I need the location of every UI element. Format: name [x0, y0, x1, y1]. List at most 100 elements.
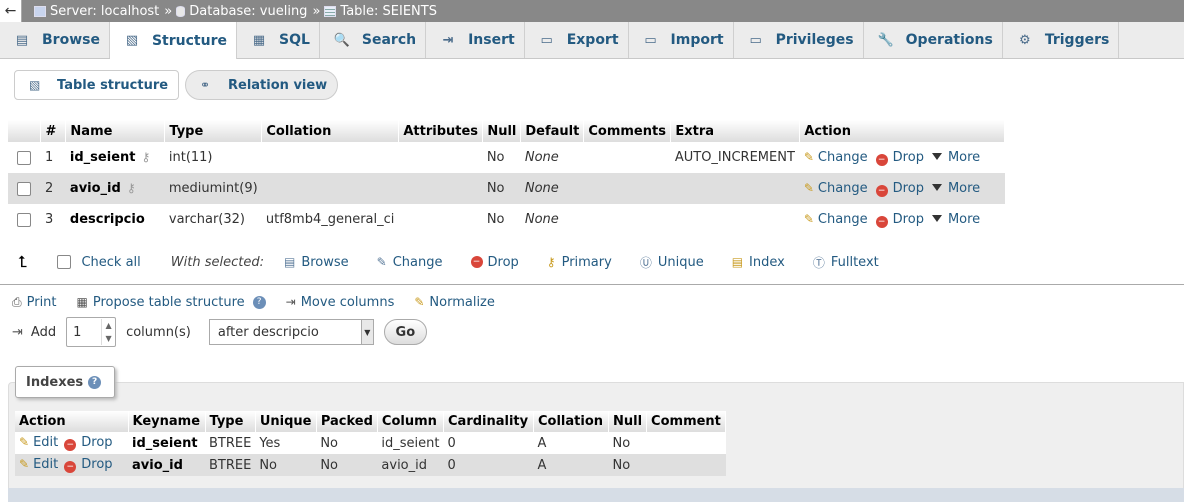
bulk-fulltext-button[interactable]: Ⓣ Fulltext: [813, 254, 879, 271]
bulk-drop-button[interactable]: − Drop: [470, 255, 519, 270]
header-null[interactable]: Null: [482, 120, 522, 142]
header-collation: Collation: [533, 411, 609, 432]
structure-icon: ▧: [125, 33, 139, 48]
breadcrumb-database[interactable]: Database: vueling »: [176, 4, 320, 19]
tab-operations[interactable]: 🔧 Operations: [864, 22, 1003, 58]
tab-privileges[interactable]: ▭ Privileges: [734, 22, 864, 58]
header-type[interactable]: Type: [164, 120, 263, 142]
header-comments[interactable]: Comments: [583, 120, 672, 142]
check-all-label[interactable]: Check all: [81, 255, 140, 270]
drop-icon: −: [875, 153, 888, 166]
move-columns-icon: ⇥: [285, 295, 296, 309]
tab-browse[interactable]: ▤ Browse: [0, 22, 110, 58]
change-button[interactable]: ✎ Change: [804, 150, 868, 165]
header-type: Type: [205, 411, 256, 432]
primary-key-icon: ⚷: [546, 255, 556, 269]
subtab-table-structure[interactable]: ▧ Table structure: [14, 70, 179, 100]
subtab-relation-view[interactable]: ⚭ Relation view: [185, 70, 338, 100]
more-button[interactable]: More: [931, 181, 980, 196]
drop-button[interactable]: − Drop: [875, 212, 924, 228]
print-label: Print: [26, 294, 57, 310]
column-null: No: [482, 204, 521, 235]
divider: [0, 284, 1184, 285]
header-num[interactable]: #: [40, 120, 67, 142]
stepper-up-icon[interactable]: ▲: [106, 321, 112, 330]
propose-label: Propose table structure: [92, 294, 245, 310]
breadcrumb-table[interactable]: Table: SEIENTS: [324, 4, 437, 19]
breadcrumb-database-label[interactable]: Database: vueling: [189, 4, 307, 19]
tab-import[interactable]: ▭ Import: [629, 22, 734, 58]
drop-button[interactable]: − Drop: [64, 435, 113, 451]
header-name[interactable]: Name: [65, 120, 166, 142]
help-icon[interactable]: ?: [252, 295, 266, 309]
stepper-down-icon[interactable]: ▼: [106, 334, 112, 343]
drop-button[interactable]: − Drop: [64, 457, 113, 473]
bulk-primary-button[interactable]: ⚷ Primary: [547, 255, 612, 270]
index-icon: ▤: [731, 255, 744, 269]
bulk-unique-button[interactable]: Ⓤ Unique: [640, 254, 704, 271]
header-extra[interactable]: Extra: [670, 120, 801, 142]
tab-sql[interactable]: ▦ SQL: [237, 22, 320, 58]
index-cardinality: 0: [443, 432, 534, 454]
change-button[interactable]: ✎ Change: [804, 181, 868, 196]
edit-button[interactable]: ✎ Edit: [19, 435, 58, 450]
drop-button[interactable]: − Drop: [875, 180, 924, 197]
tab-label: Triggers: [1044, 32, 1110, 48]
tab-insert[interactable]: ⇥ Insert: [426, 22, 525, 58]
breadcrumb-table-label[interactable]: Table: SEIENTS: [340, 4, 437, 19]
column-count-stepper[interactable]: 1 ▲ ▼: [66, 317, 117, 347]
tab-triggers[interactable]: ⚙ Triggers: [1003, 22, 1120, 58]
row-checkbox[interactable]: [17, 150, 32, 165]
column-type: int(11): [164, 142, 262, 173]
bulk-browse-button[interactable]: ▤ Browse: [284, 255, 349, 270]
pencil-icon: ✎: [19, 457, 30, 471]
search-icon: 🔍: [333, 32, 350, 48]
drop-label: Drop: [81, 457, 113, 472]
index-key-icon: ⚷: [126, 181, 136, 195]
edit-button[interactable]: ✎ Edit: [19, 457, 58, 472]
breadcrumb: ← Server: localhost» Database: vueling» …: [0, 0, 1184, 22]
chevron-down-icon[interactable]: ▼: [360, 320, 373, 344]
drop-button[interactable]: − Drop: [875, 150, 924, 166]
stepper-arrows[interactable]: ▲ ▼: [101, 319, 115, 345]
tab-label: Search: [361, 32, 417, 48]
pencil-icon: ✎: [803, 211, 814, 226]
drop-label: Drop: [892, 180, 924, 196]
check-all-checkbox[interactable]: [57, 255, 72, 269]
propose-structure-icon: ▦: [76, 295, 88, 309]
index-null: No: [608, 454, 647, 476]
column-count-value[interactable]: 1: [73, 325, 81, 340]
help-icon[interactable]: ?: [88, 375, 102, 389]
row-checkbox[interactable]: [17, 181, 32, 196]
index-unique: Yes: [255, 432, 317, 454]
bulk-index-button[interactable]: ▤ Index: [732, 255, 785, 270]
indexes-legend[interactable]: Indexes?: [15, 366, 115, 398]
column-default: None: [520, 142, 584, 173]
column-position-select[interactable]: after descripcio ▼: [208, 319, 374, 345]
change-button[interactable]: ✎ Change: [804, 212, 868, 227]
tab-export[interactable]: ▭ Export: [525, 22, 629, 58]
index-actions: ✎ Edit − Drop: [15, 454, 128, 476]
tab-structure[interactable]: ▧ Structure: [109, 22, 237, 59]
header-action: Action: [15, 411, 129, 432]
propose-structure-link[interactable]: ▦ Propose table structure?: [77, 295, 266, 310]
header-default[interactable]: Default: [520, 120, 585, 142]
columns-header-row: # Name Type Collation Attributes Null De…: [8, 120, 1005, 142]
indexes-header-row: Action Keyname Type Unique Packed Column…: [15, 411, 727, 432]
breadcrumb-server[interactable]: Server: localhost »: [34, 4, 172, 19]
row-checkbox[interactable]: [17, 212, 32, 227]
go-button[interactable]: Go: [383, 319, 427, 345]
more-button[interactable]: More: [931, 150, 980, 165]
print-link[interactable]: ⎙ Print: [12, 295, 57, 310]
header-collation[interactable]: Collation: [261, 120, 400, 142]
tab-search[interactable]: 🔍 Search: [320, 22, 427, 58]
back-arrow-icon[interactable]: ←: [0, 0, 22, 22]
bulk-change-button[interactable]: ✎ Change: [377, 255, 443, 270]
breadcrumb-server-label[interactable]: Server: localhost: [50, 4, 159, 19]
relation-view-icon: ⚭: [200, 78, 211, 92]
more-button[interactable]: More: [931, 212, 980, 227]
move-columns-link[interactable]: ⇥ Move columns: [286, 295, 395, 310]
normalize-link[interactable]: ✎ Normalize: [414, 295, 495, 310]
header-attributes[interactable]: Attributes: [398, 120, 484, 142]
normalize-label: Normalize: [429, 294, 495, 310]
